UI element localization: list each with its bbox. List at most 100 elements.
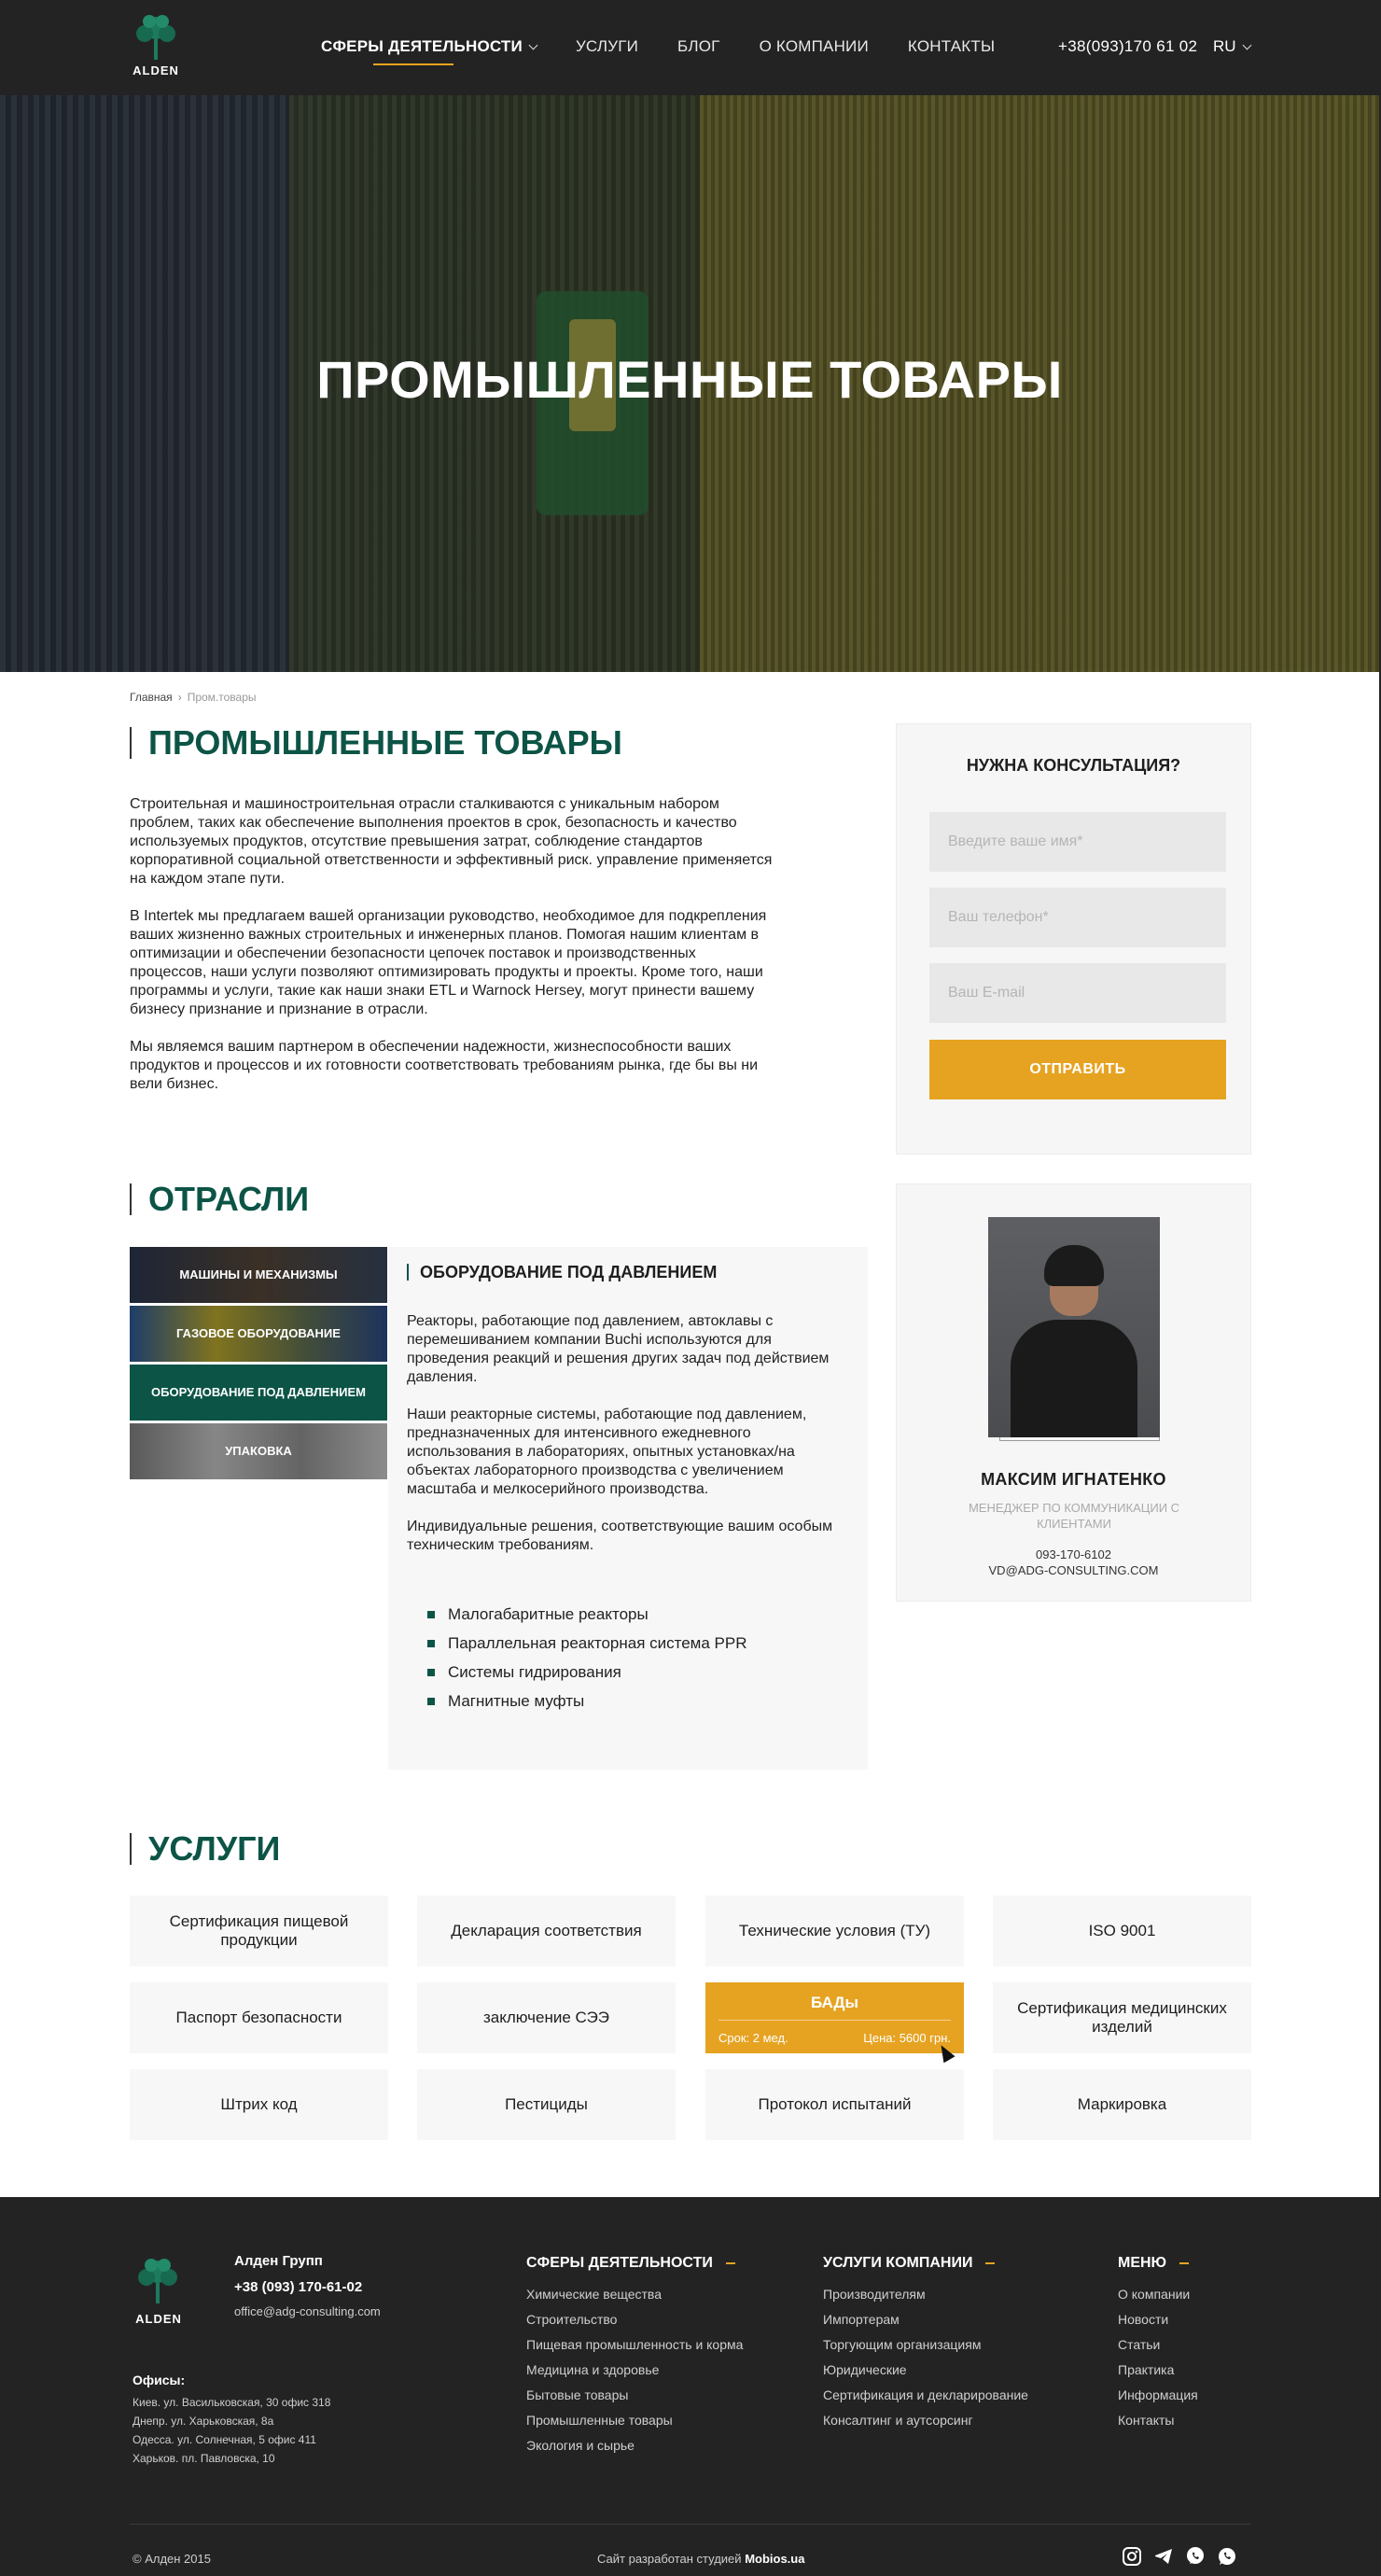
footer-link[interactable]: Строительство (526, 2312, 743, 2328)
footer-link[interactable]: Химические вещества (526, 2287, 743, 2303)
avatar-hair (1044, 1245, 1104, 1286)
footer-link[interactable]: О компании (1118, 2287, 1198, 2303)
footer-link[interactable]: Практика (1118, 2362, 1198, 2378)
viber-icon[interactable] (1185, 2546, 1206, 2567)
studio-credit: Сайт разработан студией Mobios.ua (597, 2552, 804, 2566)
footer-link[interactable]: Статьи (1118, 2337, 1198, 2353)
footer-col-spheres: СФЕРЫ ДЕЯТЕЛЬНОСТИ Химические вещества С… (526, 2255, 743, 2463)
footer-col-title-text: СФЕРЫ ДЕЯТЕЛЬНОСТИ (526, 2255, 713, 2271)
industry-detail-paragraph: Наши реакторные системы, работающие под … (407, 1407, 807, 1497)
site-header: ALDEN СФЕРЫ ДЕЯТЕЛЬНОСТИ УСЛУГИ БЛОГ О К… (0, 0, 1381, 95)
service-price: Цена: 5600 грн. (863, 2031, 951, 2045)
company-phone[interactable]: +38 (093) 170-61-02 (234, 2279, 381, 2295)
industry-tab-pressure[interactable]: ОБОРУДОВАНИЕ ПОД ДАВЛЕНИЕМ (130, 1365, 387, 1421)
whatsapp-icon[interactable] (1217, 2546, 1237, 2567)
offices: Офисы: Киев. ул. Васильковская, 30 офис … (133, 2371, 330, 2468)
industry-tab-packaging[interactable]: УПАКОВКА (130, 1423, 387, 1479)
service-tile[interactable]: заключение СЭЭ (417, 1982, 676, 2053)
avatar (988, 1217, 1160, 1437)
service-tile[interactable]: Сертификация пищевой продукции (130, 1896, 388, 1967)
telegram-icon[interactable] (1153, 2546, 1174, 2567)
industry-detail: ОБОРУДОВАНИЕ ПОД ДАВЛЕНИЕМ Реакторы, раб… (388, 1247, 868, 1770)
header-phone[interactable]: +38(093)170 61 02 (1058, 37, 1197, 56)
language-label: RU (1213, 37, 1236, 55)
footer-col-services: УСЛУГИ КОМПАНИИ Производителям Импортера… (823, 2255, 1028, 2438)
studio-link[interactable]: Mobios.ua (745, 2552, 804, 2566)
service-tile[interactable]: Декларация соответствия (417, 1896, 676, 1967)
manager-phone[interactable]: 093-170-6102 (897, 1547, 1250, 1561)
footer-logo[interactable]: ALDEN (133, 2255, 185, 2326)
logo-text: ALDEN (133, 63, 179, 77)
list-item: Параллельная реакторная система PPR (427, 1634, 747, 1653)
service-tile-label: БАДы (810, 1994, 859, 2011)
footer-link[interactable]: Новости (1118, 2312, 1198, 2328)
nav-item-services[interactable]: УСЛУГИ (576, 37, 638, 56)
service-tile[interactable]: Сертификация медицинских изделий (993, 1982, 1251, 2053)
breadcrumb-current: Пром.товары (187, 691, 257, 704)
logo[interactable]: ALDEN (129, 11, 183, 84)
footer-link[interactable]: Промышленные товары (526, 2413, 743, 2429)
email-field[interactable] (929, 963, 1226, 1023)
copyright: © Алден 2015 (133, 2552, 211, 2566)
company-email[interactable]: office@adg-consulting.com (234, 2304, 381, 2318)
office-address: Одесса. ул. Солнечная, 5 офис 411 (133, 2433, 316, 2446)
office-address: Днепр. ул. Харьковская, 8а (133, 2415, 274, 2428)
accent-dash (1179, 2261, 1190, 2264)
footer-link[interactable]: Бытовые товары (526, 2387, 743, 2403)
industry-tab-label: МАШИНЫ И МЕХАНИЗМЫ (179, 1267, 338, 1281)
name-field[interactable] (929, 812, 1226, 872)
service-tile-hovered[interactable]: БАДы Срок: 2 мед. Цена: 5600 грн. (705, 1982, 964, 2053)
footer-link[interactable]: Пищевая промышленность и корма (526, 2337, 743, 2353)
nav-item-contacts[interactable]: КОНТАКТЫ (908, 37, 995, 56)
service-tile[interactable]: Штрих код (130, 2069, 388, 2140)
phone-field[interactable] (929, 888, 1226, 947)
industry-tab-label: ГАЗОВОЕ ОБОРУДОВАНИЕ (176, 1326, 341, 1340)
service-tile[interactable]: Паспорт безопасности (130, 1982, 388, 2053)
footer-link[interactable]: Экология и сырье (526, 2438, 743, 2454)
footer-col-title-text: УСЛУГИ КОМПАНИИ (823, 2255, 973, 2271)
industry-detail-body: Реакторы, работающие под давлением, авто… (407, 1312, 851, 1574)
chevron-right-icon: › (177, 691, 182, 704)
instagram-icon[interactable] (1122, 2546, 1142, 2567)
industry-detail-list: Малогабаритные реакторы Параллельная реа… (427, 1605, 747, 1721)
page-frame: ALDEN СФЕРЫ ДЕЯТЕЛЬНОСТИ УСЛУГИ БЛОГ О К… (0, 0, 1381, 2576)
page-title: ПРОМЫШЛЕННЫЕ ТОВАРЫ (130, 726, 622, 760)
manager-role: МЕНЕДЖЕР ПО КОММУНИКАЦИИ С КЛИЕНТАМИ (968, 1501, 1180, 1531)
service-tile-meta: Срок: 2 мед. Цена: 5600 грн. (718, 2029, 951, 2048)
nav-item-label: СФЕРЫ ДЕЯТЕЛЬНОСТИ (321, 37, 523, 55)
service-tile[interactable]: Маркировка (993, 2069, 1251, 2140)
footer-link[interactable]: Сертификация и декларирование (823, 2387, 1028, 2403)
footer-link[interactable]: Импортерам (823, 2312, 1028, 2328)
footer-link[interactable]: Консалтинг и аутсорсинг (823, 2413, 1028, 2429)
language-switcher[interactable]: RU (1213, 37, 1252, 56)
submit-button[interactable]: ОТПРАВИТЬ (929, 1040, 1226, 1099)
service-tile[interactable]: Протокол испытаний (705, 2069, 964, 2140)
industry-tab-machinery[interactable]: МАШИНЫ И МЕХАНИЗМЫ (130, 1247, 387, 1303)
list-item: Системы гидрирования (427, 1663, 747, 1682)
footer-col-menu: МЕНЮ О компании Новости Статьи Практика … (1118, 2255, 1198, 2438)
list-item: Магнитные муфты (427, 1692, 747, 1711)
footer-link[interactable]: Юридические (823, 2362, 1028, 2378)
hero-banner: ПРОМЫШЛЕННЫЕ ТОВАРЫ (0, 95, 1379, 672)
nav-item-spheres[interactable]: СФЕРЫ ДЕЯТЕЛЬНОСТИ (321, 37, 538, 65)
form-title: НУЖНА КОНСУЛЬТАЦИЯ? (966, 756, 1181, 775)
industries-menu: МАШИНЫ И МЕХАНИЗМЫ ГАЗОВОЕ ОБОРУДОВАНИЕ … (130, 1247, 387, 1482)
footer-link[interactable]: Медицина и здоровье (526, 2362, 743, 2378)
footer-link[interactable]: Торгующим организациям (823, 2337, 1028, 2353)
industry-tab-label: УПАКОВКА (225, 1444, 292, 1458)
service-tile[interactable]: Технические условия (ТУ) (705, 1896, 964, 1967)
footer-link[interactable]: Производителям (823, 2287, 1028, 2303)
divider (718, 2020, 951, 2021)
footer-link[interactable]: Контакты (1118, 2413, 1198, 2429)
accent-dash (725, 2261, 735, 2264)
service-tile[interactable]: Пестициды (417, 2069, 676, 2140)
manager-email[interactable]: VD@ADG-CONSULTING.COM (897, 1563, 1250, 1577)
industry-tab-gas[interactable]: ГАЗОВОЕ ОБОРУДОВАНИЕ (130, 1306, 387, 1362)
footer-link[interactable]: Информация (1118, 2387, 1198, 2403)
service-tile[interactable]: ISO 9001 (993, 1896, 1251, 1967)
nav-item-about[interactable]: О КОМПАНИИ (760, 37, 869, 56)
breadcrumb-home[interactable]: Главная (130, 691, 173, 704)
logo-text: ALDEN (135, 2312, 182, 2326)
nav-item-blog[interactable]: БЛОГ (677, 37, 720, 56)
industry-detail-title: ОБОРУДОВАНИЕ ПОД ДАВЛЕНИЕМ (407, 1264, 717, 1281)
